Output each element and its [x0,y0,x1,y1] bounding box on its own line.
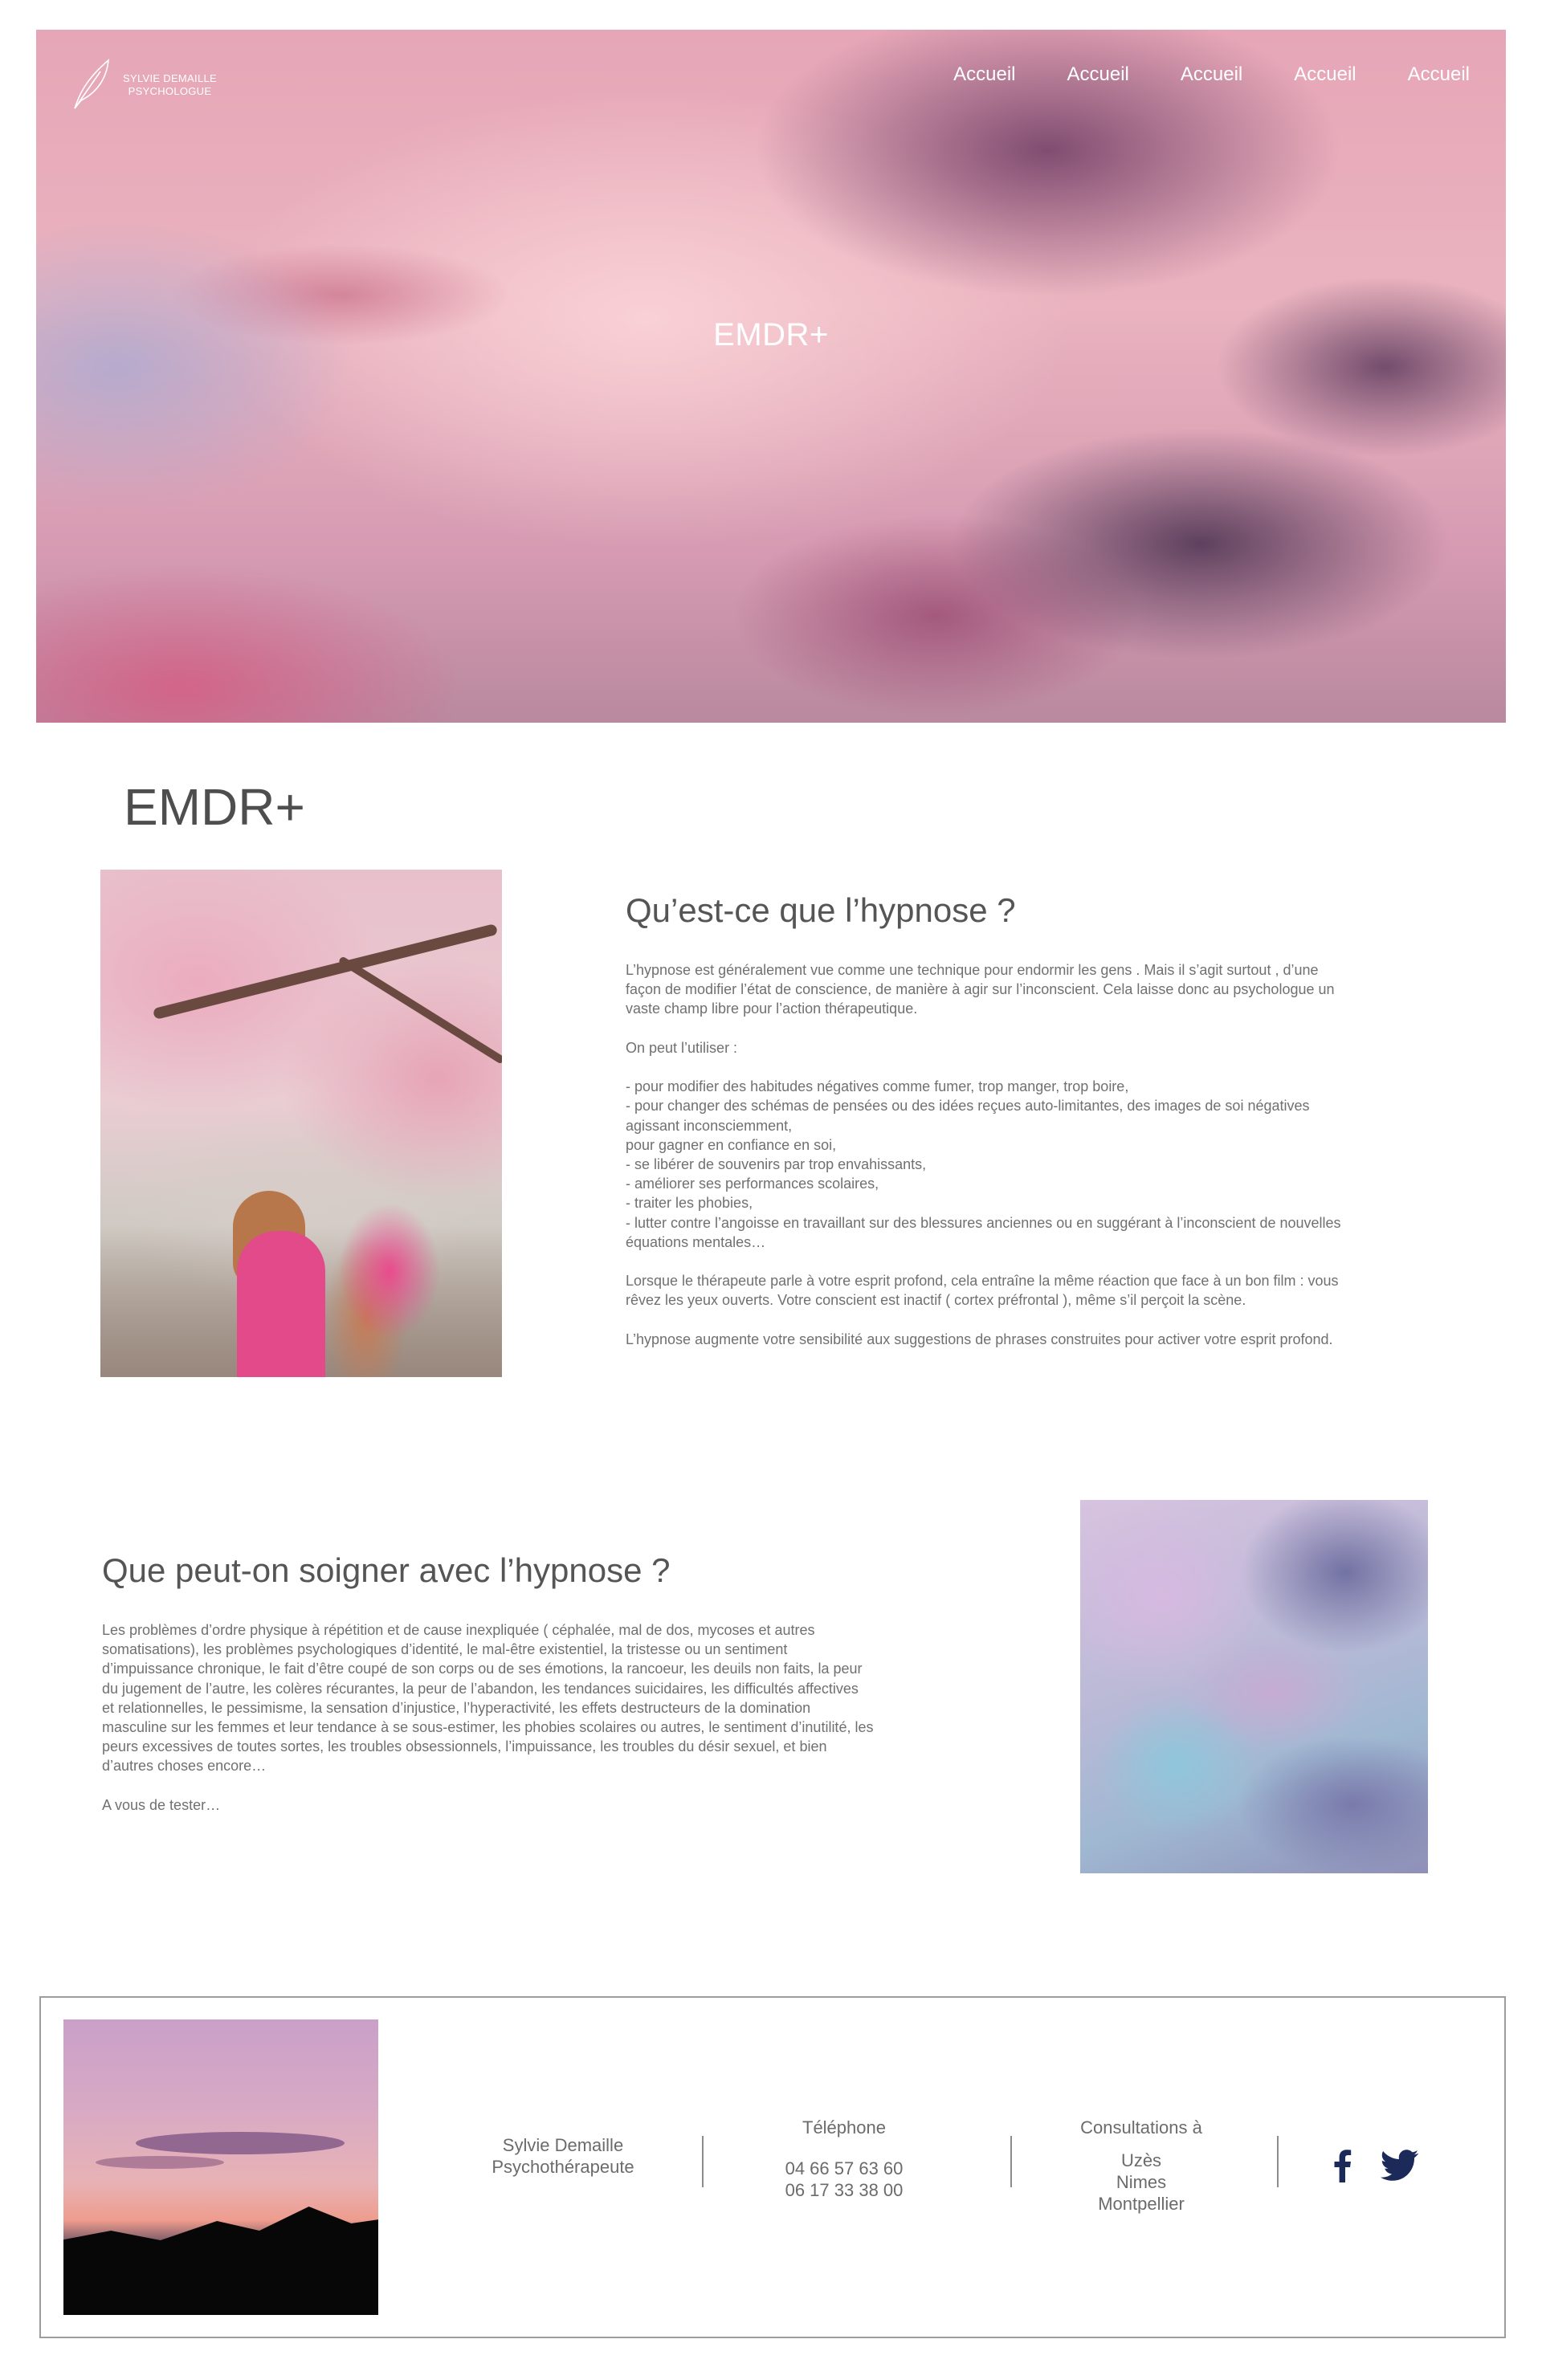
text-line: Lorsque le thérapeute parle à votre espr… [626,1273,1339,1290]
text-line: équations mentales… [626,1233,766,1250]
site-logo[interactable]: SYLVIE DEMAILLE PSYCHOLOGUE [68,57,217,113]
hero-title: EMDR+ [713,317,829,353]
footer-consultations: Consultations à Uzès Nimes Montpellier [1045,2117,1238,2215]
text-line: Les problèmes d’ordre physique à répétit… [102,1622,815,1638]
social-links [1332,2149,1419,2182]
text-line: masculine sur les femmes et leur tendanc… [102,1719,874,1736]
section-text-what-is-hypnosis: L’hypnose est généralement vue comme une… [626,960,1429,1349]
text-line: d’autres choses encore… [102,1758,267,1775]
footer-divider [1010,2136,1012,2187]
twitter-icon[interactable] [1381,2150,1419,2182]
phone-number[interactable]: 06 17 33 38 00 [748,2179,940,2201]
footer-phone: Téléphone 04 66 57 63 60 06 17 33 38 00 [748,2117,940,2201]
text-line: - pour changer des schémas de pensées ou… [626,1098,1310,1115]
footer-divider [1277,2136,1279,2187]
phone-number[interactable]: 04 66 57 63 60 [748,2158,940,2179]
text-line [626,1310,1429,1330]
facebook-icon[interactable] [1332,2149,1352,2182]
text-line: - traiter les phobies, [626,1195,753,1212]
text-line: - pour modifier des habitudes négatives … [626,1078,1129,1095]
logo-profession: PSYCHOLOGUE [128,85,212,97]
text-line: d’impuissance chronique, le fait d’être … [102,1661,863,1677]
sunset-photo [63,2019,378,2315]
text-line [626,1058,1429,1077]
hero-banner: SYLVIE DEMAILLE PSYCHOLOGUE Accueil Accu… [36,30,1506,723]
footer-title: Psychothérapeute [492,2157,634,2177]
city-item: Nimes [1116,2172,1167,2192]
city-item: Montpellier [1098,2194,1185,2214]
text-line: somatisations), les problèmes psychologi… [102,1641,788,1658]
text-line: rêvez les yeux ouverts. Votre conscient … [626,1292,1246,1309]
text-line: - lutter contre l’angoisse en travaillan… [626,1214,1341,1231]
text-line: - améliorer ses performances scolaires, [626,1176,879,1192]
text-line: L’hypnose augmente votre sensibilité aux… [626,1331,1333,1347]
nav-link-accueil[interactable]: Accueil [1294,63,1356,86]
text-line [626,1252,1429,1271]
city-item: Uzès [1120,2150,1162,2170]
text-line: façon de modifier l’état de conscience, … [626,981,1335,998]
text-line: peurs excessives de toutes sortes, les t… [102,1738,827,1755]
footer: Sylvie Demaille Psychothérapeute Télépho… [39,1996,1506,2338]
logo-text: SYLVIE DEMAILLE PSYCHOLOGUE [123,72,217,98]
consultations-label: Consultations à [1080,2117,1202,2138]
text-line: agissant inconsciemment, [626,1117,793,1134]
main-nav: Accueil Accueil Accueil Accueil Accueil [953,63,1470,86]
text-line: vaste champ libre pour l’action thérapeu… [626,1000,918,1017]
logo-name: SYLVIE DEMAILLE [123,72,217,84]
text-line: On peut l’utiliser : [626,1039,738,1056]
feather-icon [68,55,113,116]
section-text-what-can-be-treated: Les problèmes d’ordre physique à répétit… [102,1620,977,1815]
text-line: A vous de tester… [102,1796,221,1813]
nav-link-accueil[interactable]: Accueil [1181,63,1242,86]
text-line: - se libérer de souvenirs par trop envah… [626,1156,927,1173]
nav-link-accueil[interactable]: Accueil [953,63,1015,86]
section-heading-what-can-be-treated: Que peut-on soigner avec l’hypnose ? [102,1551,671,1589]
text-line [102,1776,977,1795]
text-line: pour gagner en confiance en soi, [626,1136,837,1153]
nav-link-accueil[interactable]: Accueil [1067,63,1129,86]
nav-link-accueil[interactable]: Accueil [1408,63,1470,86]
phone-label: Téléphone [802,2117,886,2138]
sky-clouds-photo [1080,1500,1428,1873]
section-heading-what-is-hypnosis: Qu’est-ce que l’hypnose ? [626,891,1016,929]
text-line: L’hypnose est généralement vue comme une… [626,962,1319,978]
footer-divider [702,2136,704,2187]
text-line [626,1019,1429,1038]
footer-name: Sylvie Demaille [502,2135,624,2155]
page-title: EMDR+ [124,778,305,836]
text-line: du jugement de l’autre, les colères récu… [102,1680,859,1697]
text-line: et relationnelles, le pessimisme, la sen… [102,1699,811,1716]
girl-blossom-photo [100,870,502,1377]
footer-identity: Sylvie Demaille Psychothérapeute [475,2134,651,2178]
